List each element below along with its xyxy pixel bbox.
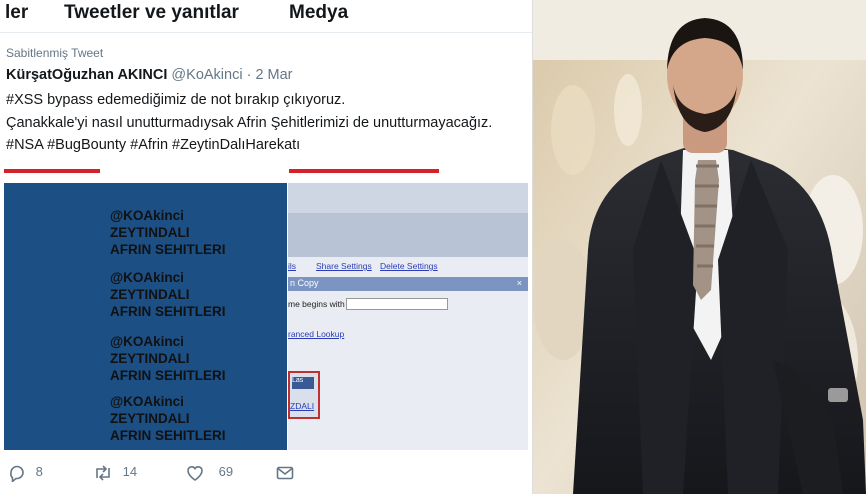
tweet-date[interactable]: · 2 Mar xyxy=(247,67,293,83)
result-header-text: Las xyxy=(292,377,304,384)
man-in-suit-illustration xyxy=(533,0,866,494)
heart-icon xyxy=(187,466,203,481)
tweet-hashtags[interactable]: #NSA #BugBounty #Afrin #ZeytinDalıHareka… xyxy=(6,137,300,153)
block-handle: @KOAkinci xyxy=(110,334,184,349)
block-line: ZEYTINDALI xyxy=(110,225,190,240)
retweet-icon xyxy=(96,465,110,481)
retweet-count: 14 xyxy=(122,464,138,480)
message-block: @KOAkinci ZEYTINDALI AFRIN SEHITLERI xyxy=(110,333,226,384)
header-band xyxy=(288,213,528,257)
reply-count: 8 xyxy=(35,464,43,480)
message-block: @KOAkinci ZEYTINDALI AFRIN SEHITLERI xyxy=(110,393,226,444)
dialog-header: n Copy × xyxy=(288,277,528,291)
share-settings-link: Share Settings xyxy=(316,261,372,271)
twitter-profile-panel: ler Tweetler ve yanıtlar Medya Sabitlenm… xyxy=(0,0,533,494)
delete-settings-link: Delete Settings xyxy=(380,261,438,271)
reply-button[interactable]: 8 xyxy=(8,464,43,484)
portrait-photo xyxy=(533,0,866,494)
block-line: ZEYTINDALI xyxy=(110,287,190,302)
like-button[interactable]: 69 xyxy=(185,464,233,482)
author-name[interactable]: KürşatOğuzhan AKINCI xyxy=(6,67,167,83)
block-line: ZEYTINDALI xyxy=(110,351,190,366)
tab-tweets[interactable]: ler xyxy=(5,2,28,24)
red-underline xyxy=(4,169,100,173)
lookup-link: ranced Lookup xyxy=(288,329,345,339)
tweet-text-line: #XSS bypass edemediğimiz de not bırakıp … xyxy=(6,92,346,108)
reply-icon xyxy=(10,465,24,484)
result-link: ZDALI xyxy=(290,401,315,411)
tweet-media-image[interactable]: @KOAkinci ZEYTINDALI AFRIN SEHITLERI @KO… xyxy=(4,167,528,450)
message-block: @KOAkinci ZEYTINDALI AFRIN SEHITLERI xyxy=(110,269,226,320)
red-underline xyxy=(289,169,439,173)
tweet-text-line: Çanakkale'yi nasıl unutturmadıysak Afrin… xyxy=(6,115,493,131)
close-icon: × xyxy=(516,278,522,288)
settings-screenshot: ils Share Settings Delete Settings n Cop… xyxy=(288,183,528,450)
block-line: AFRIN SEHITLERI xyxy=(110,368,226,383)
tweet-actions: 8 14 69 xyxy=(0,462,532,490)
field-label: me begins with xyxy=(288,299,345,309)
highlighted-result-box: Las ZDALI xyxy=(288,371,320,419)
tab-media[interactable]: Medya xyxy=(289,2,348,24)
dialog-title: n Copy xyxy=(290,278,319,288)
header-band xyxy=(288,183,528,213)
block-handle: @KOAkinci xyxy=(110,208,184,223)
result-header: Las xyxy=(292,377,314,389)
block-line: AFRIN SEHITLERI xyxy=(110,242,226,257)
retweet-button[interactable]: 14 xyxy=(93,464,137,482)
profile-tabs: ler Tweetler ve yanıtlar Medya xyxy=(0,0,532,33)
tab-tweets-and-replies[interactable]: Tweetler ve yanıtlar xyxy=(64,2,239,24)
blue-message-panel: @KOAkinci ZEYTINDALI AFRIN SEHITLERI @KO… xyxy=(4,183,287,450)
tweet-author: KürşatOğuzhan AKINCI @KoAkinci · 2 Mar xyxy=(6,67,293,83)
pinned-label: Sabitlenmiş Tweet xyxy=(6,46,104,60)
message-button[interactable] xyxy=(275,464,295,482)
envelope-icon xyxy=(276,466,294,480)
like-count: 69 xyxy=(218,464,234,480)
message-block: @KOAkinci ZEYTINDALI AFRIN SEHITLERI xyxy=(110,207,226,258)
author-handle[interactable]: @KoAkinci xyxy=(171,67,242,83)
block-line: AFRIN SEHITLERI xyxy=(110,304,226,319)
block-line: ZEYTINDALI xyxy=(110,411,190,426)
block-line: AFRIN SEHITLERI xyxy=(110,428,226,443)
settings-link: ils xyxy=(288,261,297,271)
block-handle: @KOAkinci xyxy=(110,394,184,409)
search-field xyxy=(346,298,448,310)
block-handle: @KOAkinci xyxy=(110,270,184,285)
